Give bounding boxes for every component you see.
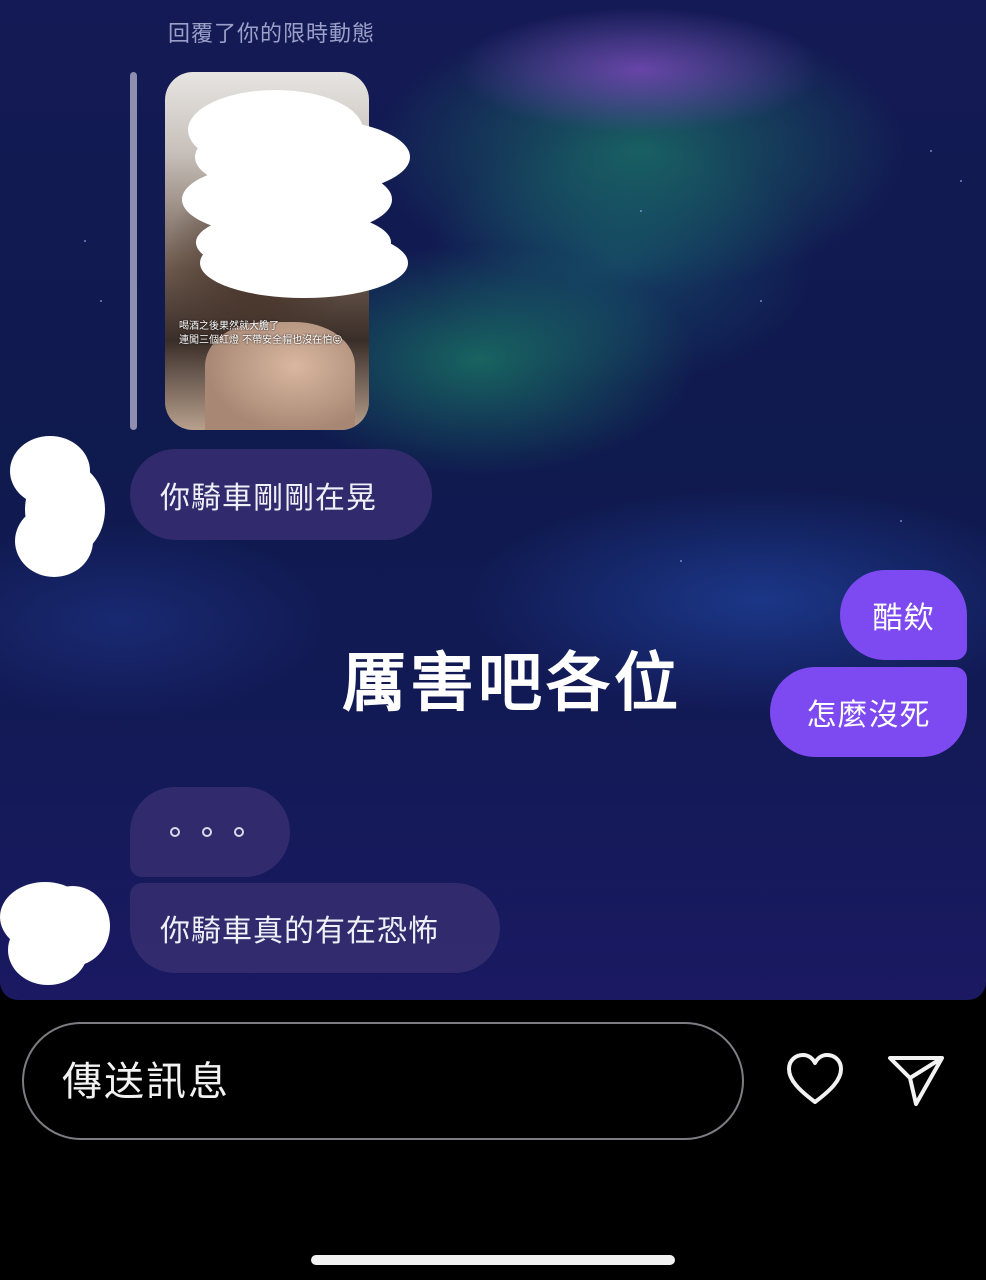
ellipsis-dot <box>202 827 212 837</box>
message-outgoing[interactable]: 怎麼沒死 <box>770 667 967 757</box>
chat-thread: 回覆了你的限時動態 喝酒之後果然就大膽了 連闖三個紅燈 不帶安全帽也沒在怕😛 你… <box>0 0 986 1000</box>
message-text: 酷欸 <box>872 601 935 636</box>
story-caption-line: 喝酒之後果然就大膽了 <box>179 321 279 332</box>
star-decoration <box>640 210 642 212</box>
story-reply-label: 回覆了你的限時動態 <box>168 22 376 47</box>
heart-icon[interactable] <box>785 1050 845 1110</box>
ellipsis-dot <box>170 827 180 837</box>
star-decoration <box>930 150 932 152</box>
message-input[interactable] <box>60 1024 704 1140</box>
message-text: 怎麼沒死 <box>806 698 931 733</box>
star-decoration <box>760 300 762 302</box>
star-decoration <box>680 560 682 562</box>
redaction-scribble <box>200 228 408 298</box>
message-incoming[interactable]: 你騎車真的有在恐怖 <box>130 883 500 973</box>
message-composer[interactable] <box>22 1022 744 1140</box>
message-text: 你騎車真的有在恐怖 <box>160 914 439 949</box>
message-incoming[interactable]: 你騎車剛剛在晃 <box>130 449 432 540</box>
home-indicator <box>311 1255 675 1265</box>
avatar-redacted <box>8 915 88 985</box>
ellipsis-message <box>158 827 244 837</box>
message-outgoing[interactable]: 酷欸 <box>840 570 967 660</box>
star-decoration <box>960 180 962 182</box>
story-caption: 喝酒之後果然就大膽了 連闖三個紅燈 不帶安全帽也沒在怕😛 <box>179 320 343 348</box>
message-incoming[interactable]: 。。。 <box>130 787 290 877</box>
message-text: 你騎車剛剛在晃 <box>160 480 377 516</box>
reply-quote-bar <box>130 72 137 430</box>
send-icon[interactable] <box>886 1052 946 1112</box>
star-decoration <box>900 520 902 522</box>
avatar-redacted <box>15 505 93 577</box>
overlay-caption: 厲害吧各位 <box>342 647 682 721</box>
ellipsis-dot <box>234 827 244 837</box>
story-caption-line: 連闖三個紅燈 不帶安全帽也沒在怕😛 <box>179 335 343 346</box>
star-decoration <box>100 300 102 302</box>
star-decoration <box>84 240 86 242</box>
